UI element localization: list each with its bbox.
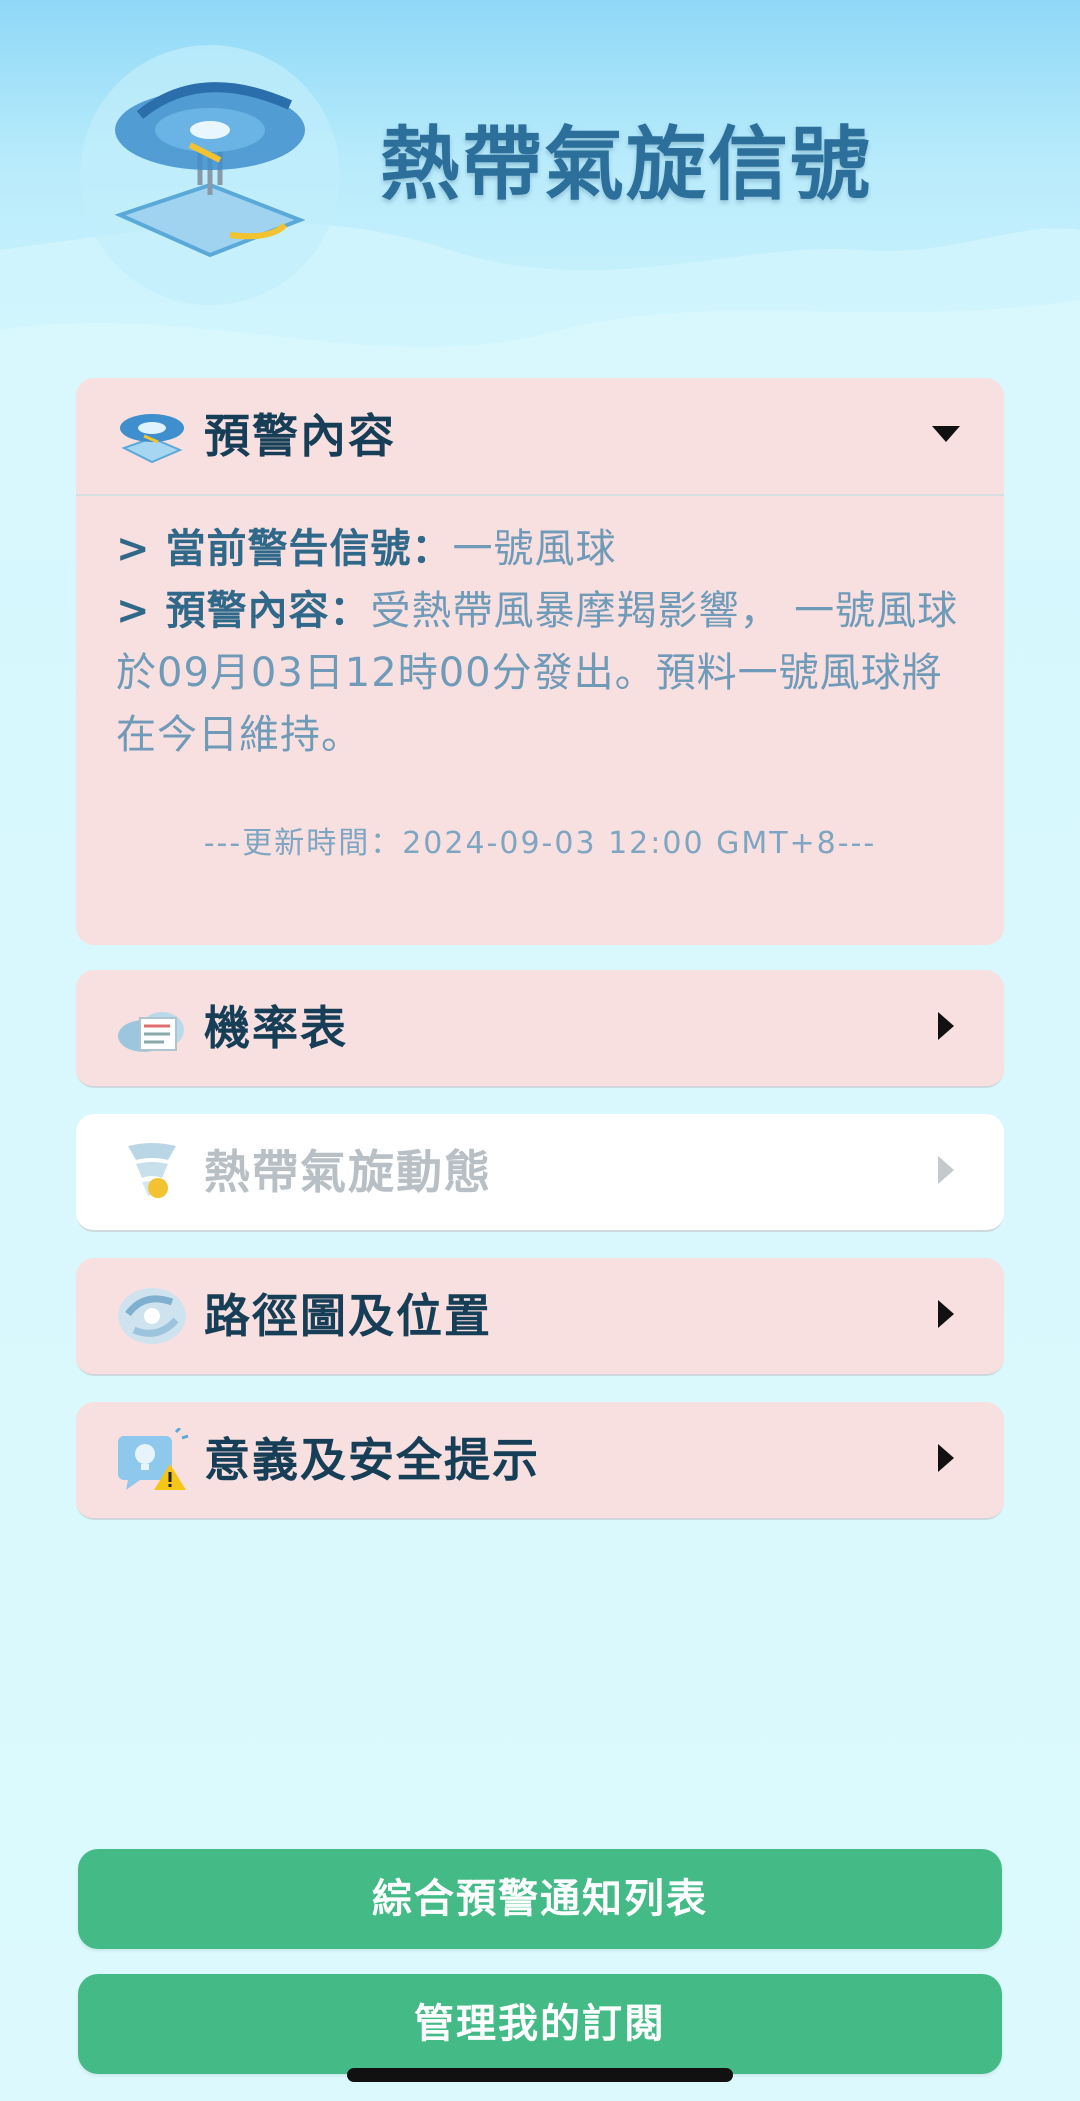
current-signal-line: > 當前警告信號：一號風球 — [116, 526, 617, 572]
current-signal-label: 當前警告信號： — [165, 526, 453, 572]
update-time: ---更新時間：2024-09-03 12:00 GMT+8--- — [203, 826, 877, 861]
menu-item-cyclone-dynamics[interactable]: 熱帶氣旋動態 — [76, 1114, 1004, 1232]
app-header: 熱帶氣旋信號 — [0, 0, 1080, 360]
caret-right-icon — [938, 1444, 954, 1472]
warning-body: > 當前警告信號：一號風球 > 預警內容：受熱帶風暴摩羯影響， 一號風球於09月… — [116, 518, 976, 766]
caret-right-icon — [938, 1156, 954, 1184]
menu-item-label: 意義及安全提示 — [204, 1433, 540, 1487]
caret-right-icon — [938, 1012, 954, 1040]
menu-item-probability-table[interactable]: 機率表 — [76, 970, 1004, 1088]
warning-card-title: 預警內容 — [204, 409, 396, 463]
menu-item-label: 機率表 — [204, 1001, 348, 1055]
home-indicator[interactable] — [347, 2068, 733, 2082]
lightbulb-warning-icon — [118, 1428, 189, 1490]
caret-down-icon[interactable] — [932, 420, 960, 448]
typhoon-icon — [120, 414, 184, 464]
content-line: > 預警內容：受熱帶風暴摩羯影響， 一號風球於09月03日12時00分發出。預料… — [116, 588, 959, 758]
page-title: 熱帶氣旋信號 — [380, 118, 872, 211]
alerts-list-button[interactable]: 綜合預警通知列表 — [78, 1849, 1002, 1949]
manage-subscription-button[interactable]: 管理我的訂閱 — [78, 1974, 1002, 2074]
content-label: 預警內容： — [165, 588, 371, 634]
cloud-chart-icon — [118, 1012, 184, 1052]
menu-item-safety-tips[interactable]: 意義及安全提示 — [76, 1402, 1004, 1520]
track-map-icon — [118, 1288, 186, 1344]
menu-item-label: 路徑圖及位置 — [204, 1289, 492, 1343]
warning-content-card: 預警內容 > 當前警告信號：一號風球 > 預警內容：受熱帶風暴摩羯影響， 一號風… — [76, 378, 1004, 945]
caret-right-icon — [938, 1300, 954, 1328]
card-divider — [76, 494, 1004, 496]
tornado-icon — [128, 1143, 176, 1198]
warning-card-header[interactable]: 預警內容 — [76, 378, 1004, 494]
typhoon-logo-icon — [114, 82, 306, 258]
current-signal-value: 一號風球 — [452, 526, 617, 572]
menu-item-track-map[interactable]: 路徑圖及位置 — [76, 1258, 1004, 1376]
menu-item-label: 熱帶氣旋動態 — [204, 1145, 492, 1199]
